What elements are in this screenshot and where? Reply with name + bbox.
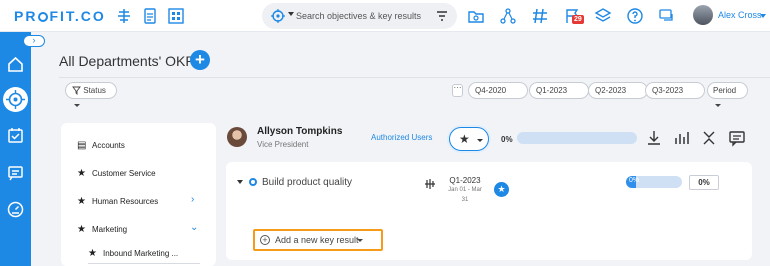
layers-icon[interactable] xyxy=(594,7,612,25)
authorized-users-link[interactable]: Authorized Users xyxy=(371,133,432,142)
hierarchy-icon[interactable] xyxy=(115,7,133,25)
objective-period[interactable]: Q1-2023 Jan 01 - Mar 31 xyxy=(444,176,486,205)
favorite-dropdown[interactable]: ★ xyxy=(449,127,489,151)
top-bar: PRFIT.CO 29 Alex Cross xyxy=(0,0,770,32)
department-item-inbound-marketing[interactable]: ★ Inbound Marketing ... xyxy=(88,248,178,259)
expand-sidebar-button[interactable]: › xyxy=(23,35,45,47)
chat-icon[interactable] xyxy=(658,7,676,25)
chevron-down-icon[interactable]: ⌄ xyxy=(190,222,198,233)
period-chip-3[interactable]: Q2-2023 xyxy=(588,82,648,99)
period-chip-4[interactable]: Q3-2023 xyxy=(645,82,705,99)
objective-title[interactable]: Build product quality xyxy=(262,177,352,188)
bar-chart-icon[interactable] xyxy=(671,127,693,149)
search-bar xyxy=(262,3,457,29)
period-select[interactable]: Period xyxy=(707,82,748,107)
status-filter[interactable]: Status xyxy=(65,82,117,107)
filter-icon[interactable] xyxy=(435,9,449,23)
page-title: All Departments' OKRs xyxy=(59,53,203,69)
search-input[interactable] xyxy=(296,7,436,25)
objective-progress-bar: 0% xyxy=(626,176,682,188)
chevron-down-icon xyxy=(715,104,721,107)
download-icon[interactable] xyxy=(643,127,665,149)
star-icon: ★ xyxy=(88,248,97,259)
chevron-down-icon xyxy=(477,139,483,142)
add-okr-button[interactable]: + xyxy=(190,50,210,70)
department-divider xyxy=(88,263,200,264)
user-name[interactable]: Alex Cross xyxy=(718,10,762,20)
header-divider xyxy=(59,77,770,78)
department-item-accounts[interactable]: ▤ Accounts xyxy=(77,140,125,151)
objective-star-icon[interactable]: ★ xyxy=(494,182,509,197)
gauge-icon[interactable] xyxy=(3,197,28,222)
collapse-icon[interactable] xyxy=(698,127,720,149)
network-icon[interactable] xyxy=(499,7,517,25)
objective-percent-input[interactable]: 0% xyxy=(689,175,719,190)
left-rail xyxy=(0,32,31,266)
objective-status-dot xyxy=(249,178,257,186)
filter-icon xyxy=(72,86,81,95)
period-chip-1[interactable]: Q4-2020 xyxy=(468,82,528,99)
message-icon[interactable] xyxy=(3,160,28,185)
department-item-marketing[interactable]: ★ Marketing xyxy=(77,224,127,235)
add-key-result-button[interactable]: + Add a new key result xyxy=(253,229,383,251)
more-options-button[interactable]: ··· xyxy=(452,84,463,97)
owner-progress-label: 0% xyxy=(501,135,513,144)
star-icon: ★ xyxy=(77,224,86,235)
grid-icon[interactable] xyxy=(167,7,185,25)
search-scope-caret[interactable] xyxy=(288,12,294,16)
document-icon[interactable] xyxy=(141,7,159,25)
star-icon: ★ xyxy=(459,132,470,146)
department-item-customer-service[interactable]: ★ Customer Service xyxy=(77,168,156,179)
chevron-right-icon[interactable]: › xyxy=(191,194,194,205)
plus-circle-icon: + xyxy=(260,235,270,245)
user-avatar[interactable] xyxy=(693,5,713,25)
user-menu-caret[interactable] xyxy=(760,14,766,18)
owner-avatar[interactable] xyxy=(227,127,247,147)
owner-name[interactable]: Allyson Tompkins xyxy=(257,126,342,137)
period-chip-2[interactable]: Q1-2023 xyxy=(529,82,589,99)
folder-icon[interactable] xyxy=(467,7,485,25)
alignment-icon[interactable] xyxy=(423,177,437,191)
comment-icon[interactable] xyxy=(726,127,748,149)
department-item-human-resources[interactable]: ★ Human Resources xyxy=(77,196,158,207)
star-icon: ★ xyxy=(77,196,86,207)
help-icon[interactable] xyxy=(626,7,644,25)
owner-progress-bar xyxy=(517,132,637,144)
list-icon: ▤ xyxy=(77,140,87,151)
notification-badge: 29 xyxy=(572,15,584,24)
home-icon[interactable] xyxy=(3,52,28,77)
chevron-down-icon xyxy=(74,104,80,107)
calendar-check-icon[interactable] xyxy=(3,123,28,148)
owner-role: Vice President xyxy=(257,140,309,149)
objective-expand-caret[interactable] xyxy=(237,180,243,184)
logo[interactable]: PR FIT.CO xyxy=(14,8,106,24)
objective-progress-label: 0% xyxy=(629,177,640,184)
okr-target-icon[interactable] xyxy=(3,87,28,112)
target-icon[interactable] xyxy=(270,8,286,24)
chevron-down-icon xyxy=(357,239,363,242)
star-icon: ★ xyxy=(77,168,86,179)
hashtag-icon[interactable] xyxy=(531,7,549,25)
